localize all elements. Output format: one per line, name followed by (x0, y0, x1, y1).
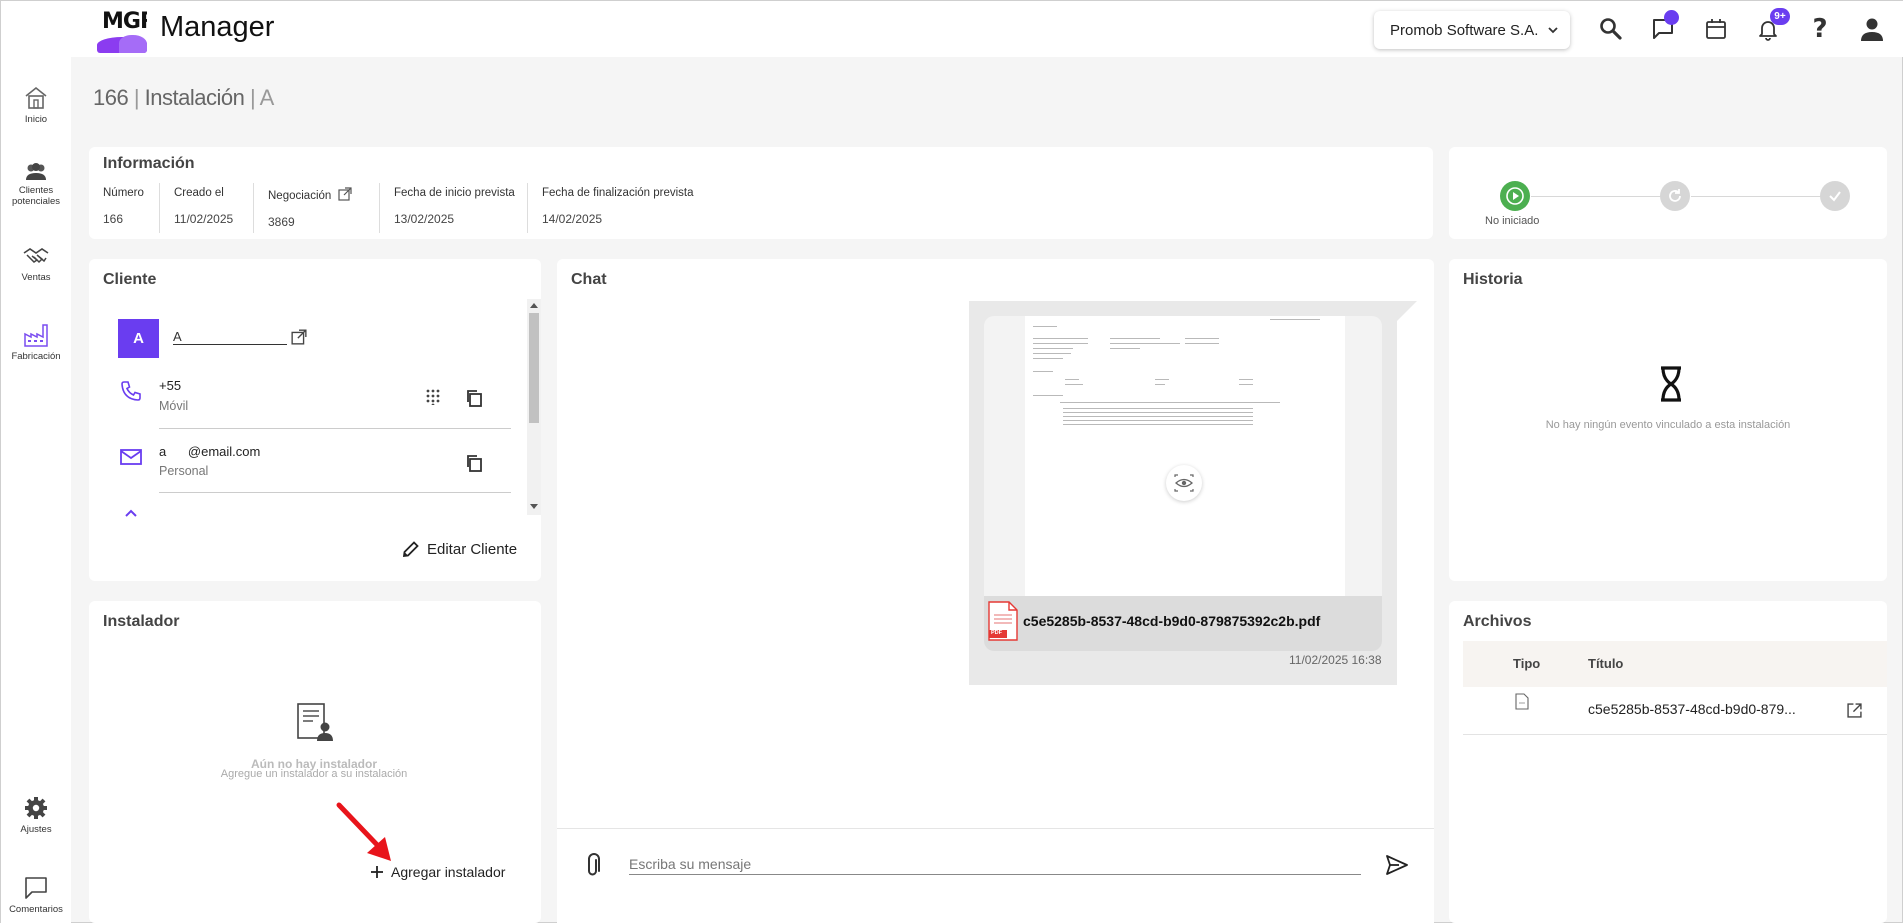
info-field-created: Creado el 11/02/2025 (159, 183, 233, 233)
annotation-arrow-icon (336, 802, 391, 861)
chat-bubble-tail (1397, 301, 1417, 321)
hourglass-icon (1661, 366, 1681, 402)
files-table-header: Tipo Título (1463, 641, 1887, 687)
open-external-icon[interactable] (1847, 703, 1862, 718)
notifications-badge: 9+ (1770, 8, 1790, 25)
sidebar: Inicio Clientes potenciales Ventas Fabri… (1, 57, 71, 923)
sidebar-item-fabricacion[interactable]: Fabricación (1, 322, 71, 362)
info-field-number: Número 166 (103, 187, 144, 226)
file-title: c5e5285b-8537-48cd-b9d0-879... (1588, 701, 1796, 717)
chat-message-input[interactable] (629, 853, 1361, 875)
page-title: 166 | Instalación | A (93, 85, 274, 110)
edit-client-button[interactable]: Editar Cliente (401, 539, 517, 559)
help-icon[interactable]: ? (1804, 13, 1836, 45)
send-icon[interactable] (1385, 854, 1409, 876)
sidebar-item-ajustes[interactable]: Ajustes (1, 795, 71, 835)
dialpad-icon[interactable] (425, 389, 441, 405)
logo-text: MGR (102, 9, 147, 34)
handshake-icon (23, 248, 49, 264)
refresh-icon (1669, 189, 1681, 202)
step-completed (1820, 181, 1850, 211)
check-icon (1829, 191, 1841, 202)
installer-doc-icon (297, 703, 333, 741)
sidebar-item-inicio[interactable]: Inicio (1, 85, 71, 125)
sidebar-item-clientes[interactable]: Clientes potenciales (1, 162, 71, 207)
pdf-badge: PDF (991, 630, 1002, 636)
app-logo[interactable]: MGR (97, 7, 147, 53)
client-avatar: A (118, 319, 159, 358)
pencil-icon (402, 541, 419, 558)
pdf-page (1025, 316, 1345, 596)
external-link-icon[interactable] (337, 187, 352, 201)
user-icon[interactable] (1856, 13, 1888, 45)
chat-composer (557, 828, 1434, 923)
factory-icon (24, 324, 48, 347)
home-icon (25, 86, 47, 109)
client-phone: +55 (159, 378, 182, 393)
step-connector (1531, 196, 1661, 197)
sidebar-item-ventas[interactable]: Ventas (1, 245, 71, 283)
client-email-type: Personal (159, 464, 209, 478)
chat-timestamp: 11/02/2025 16:38 (1289, 653, 1382, 667)
users-icon (26, 163, 46, 180)
app-title: Manager (160, 11, 275, 43)
chat-title: Chat (571, 271, 607, 288)
files-title: Archivos (1463, 613, 1532, 630)
chevron-down-icon (1548, 27, 1559, 34)
scroll-up-icon[interactable] (530, 302, 538, 308)
info-title: Información (103, 155, 195, 172)
installer-title: Instalador (103, 613, 180, 630)
chat-file-name[interactable]: c5e5285b-8537-48cd-b9d0-879875392c2b.pdf (1023, 613, 1320, 629)
divider (159, 428, 511, 429)
info-card: Información Número 166 Creado el 11/02/2… (89, 147, 1433, 239)
company-name: Promob Software S.A. (1390, 21, 1539, 39)
installer-empty-sub: Agregue un instalador a su instalación (220, 768, 408, 780)
step-not-started (1500, 181, 1530, 211)
eye-icon (1174, 474, 1194, 492)
company-selector[interactable]: Promob Software S.A. (1374, 11, 1570, 49)
gear-icon (25, 797, 47, 819)
phone-icon (121, 381, 141, 401)
file-icon (1515, 693, 1529, 710)
chevron-up-icon[interactable] (123, 507, 139, 519)
history-title: Historia (1463, 271, 1523, 288)
copy-icon[interactable] (465, 389, 483, 407)
client-name-link[interactable]: A (173, 329, 307, 345)
client-phone-type: Móvil (159, 399, 189, 413)
divider (159, 492, 511, 493)
history-empty: No hay ningún evento vinculado a esta in… (1545, 419, 1791, 431)
scrollbar-thumb[interactable] (529, 313, 539, 423)
info-field-negotiation: Negociación 3869 (253, 183, 352, 233)
bell-icon[interactable]: 9+ (1752, 8, 1790, 45)
files-col-title: Título (1588, 656, 1624, 671)
play-icon (1506, 187, 1524, 205)
chat-icon[interactable] (1647, 10, 1679, 45)
search-icon[interactable] (1595, 13, 1627, 45)
table-row[interactable]: c5e5285b-8537-48cd-b9d0-879... (1463, 687, 1887, 735)
files-col-type: Tipo (1513, 656, 1541, 671)
attach-icon[interactable] (583, 853, 603, 879)
info-field-start-date: Fecha de inicio prevista 13/02/2025 (379, 183, 515, 233)
client-scrollbar[interactable] (527, 299, 541, 515)
client-card: Cliente (89, 259, 541, 581)
client-email: a @email.com (159, 444, 261, 459)
sidebar-item-comentarios[interactable]: Comentarios (1, 875, 71, 915)
email-icon (120, 449, 142, 465)
comment-icon (25, 877, 47, 899)
step-connector (1691, 196, 1821, 197)
top-bar: MGR Manager Promob Software S.A. 9+ ? (1, 1, 1903, 57)
calendar-icon[interactable] (1700, 13, 1732, 45)
copy-icon[interactable] (465, 454, 483, 472)
step-in-progress (1660, 181, 1690, 211)
info-field-end-date: Fecha de finalización prevista 14/02/202… (527, 183, 694, 233)
scroll-down-icon[interactable] (530, 504, 538, 510)
chat-badge (1664, 10, 1679, 25)
status-label: No iniciado (1485, 215, 1540, 227)
external-link-icon[interactable] (291, 329, 307, 345)
client-title: Cliente (103, 271, 157, 288)
view-preview-button[interactable] (1166, 465, 1202, 501)
